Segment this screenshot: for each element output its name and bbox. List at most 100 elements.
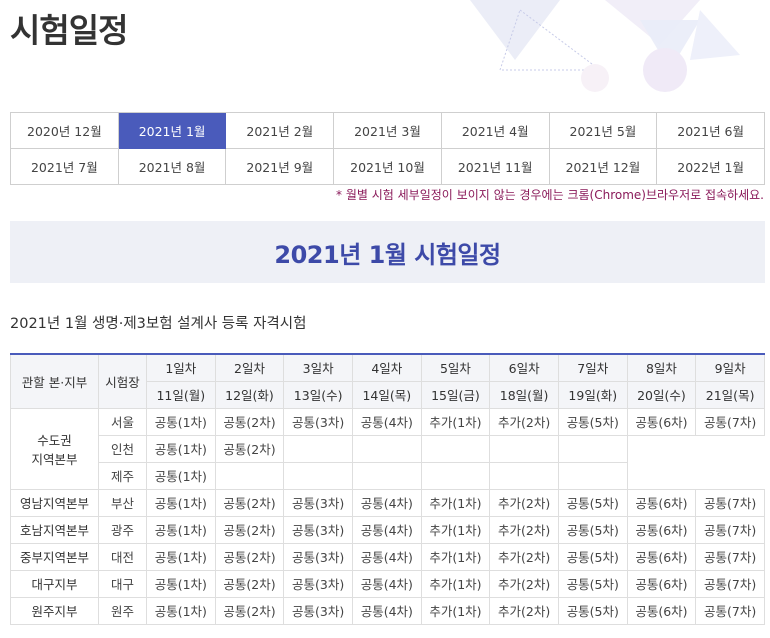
month-tab[interactable]: 2021년 5월: [549, 113, 658, 149]
site-cell: 대전: [98, 542, 147, 571]
empty-cell: [420, 461, 491, 490]
session-cell: 공통(1차): [146, 542, 216, 571]
banner-title: 2021년 1월 시험일정: [274, 240, 501, 269]
date-header: 13일(수): [283, 380, 353, 409]
session-cell: 추가(1차): [420, 569, 491, 598]
date-header: 11일(월): [146, 380, 216, 409]
empty-cell: [351, 461, 422, 490]
header-site: 시험장: [98, 353, 147, 409]
session-cell: 공통(5차): [557, 488, 628, 517]
session-cell: 추가(1차): [420, 542, 491, 571]
table-row: 대구지부 대구 공통(1차) 공통(2차) 공통(3차) 공통(4차) 추가(1차) 추가(2…: [10, 569, 765, 598]
session-cell: 공통(1차): [146, 434, 216, 463]
table-row: 제주 공통(1차): [11, 461, 765, 490]
session-cell: 공통(3차): [283, 569, 353, 598]
round-header: 9일차: [695, 353, 765, 382]
month-selector: 2020년 12월 2021년 1월 2021년 2월 2021년 3월 2021년 4…: [10, 112, 765, 185]
month-tab[interactable]: 2021년 4월: [441, 113, 550, 149]
session-cell: 공통(7차): [695, 488, 765, 517]
session-cell: 공통(4차): [351, 542, 422, 571]
month-tab[interactable]: 2021년 2월: [226, 113, 335, 149]
session-cell: 공통(2차): [214, 542, 285, 571]
session-cell: 공통(1차): [146, 488, 216, 517]
session-cell: 추가(1차): [420, 596, 491, 625]
session-cell: 추가(2차): [489, 488, 559, 517]
month-banner: 2021년 1월 시험일정: [10, 221, 765, 283]
date-header: 18일(월): [489, 380, 559, 409]
session-cell: 공통(1차): [146, 407, 216, 436]
date-header: 15일(금): [420, 380, 491, 409]
round-header: 8일차: [626, 353, 697, 382]
region-cell: 영남지역본부: [10, 488, 99, 517]
table-row: 중부지역본부 대전 공통(1차) 공통(2차) 공통(3차) 공통(4차) 추가(1차) 추가…: [10, 542, 765, 571]
date-header: 14일(목): [351, 380, 422, 409]
session-cell: 공통(4차): [351, 407, 422, 436]
site-cell: 부산: [98, 488, 147, 517]
session-cell: 공통(4차): [351, 515, 422, 544]
table-row: 호남지역본부 광주 공통(1차) 공통(2차) 공통(3차) 공통(4차) 추가(1차) 추가…: [10, 515, 765, 544]
empty-cell: [351, 434, 422, 463]
empty-cell: [557, 434, 628, 463]
month-tab[interactable]: 2021년 6월: [657, 113, 765, 149]
round-header: 2일차: [214, 353, 285, 382]
session-cell: 공통(7차): [695, 569, 765, 598]
session-cell: 추가(2차): [489, 407, 559, 436]
month-tab[interactable]: 2021년 7월: [11, 149, 119, 185]
table-row: 수도권 지역본부 서울 공통(1차) 공통(2차) 공통(3차) 공통(4차) 추가(1차)…: [10, 407, 765, 490]
session-cell: 공통(2차): [214, 596, 285, 625]
month-tab[interactable]: 2022년 1월: [657, 149, 765, 185]
session-cell: 공통(4차): [351, 569, 422, 598]
month-tab[interactable]: 2021년 8월: [118, 149, 227, 185]
month-tab[interactable]: 2021년 3월: [334, 113, 442, 149]
round-header: 1일차: [146, 353, 216, 382]
table-row: 원주지부 원주 공통(1차) 공통(2차) 공통(3차) 공통(4차) 추가(1차) 추가(2…: [10, 596, 765, 625]
session-cell: 공통(2차): [214, 434, 285, 463]
month-tab[interactable]: 2021년 9월: [226, 149, 335, 185]
hero-header: 시험일정: [0, 0, 770, 110]
region-cell: 수도권 지역본부: [10, 407, 99, 490]
session-cell: 공통(3차): [283, 488, 353, 517]
region-cell: 원주지부: [10, 596, 99, 625]
header-region: 관할 본·지부: [10, 353, 99, 409]
session-cell: 공통(4차): [351, 596, 422, 625]
round-header: 3일차: [283, 353, 353, 382]
session-cell: 공통(3차): [283, 407, 353, 436]
session-cell: 추가(2차): [489, 515, 559, 544]
month-tab[interactable]: 2021년 1월: [118, 113, 227, 149]
empty-cell: [489, 461, 559, 490]
round-header: 5일차: [420, 353, 491, 382]
session-cell: 추가(1차): [420, 488, 491, 517]
session-cell: 공통(5차): [557, 515, 628, 544]
schedule-table: 관할 본·지부 시험장 1일차 2일차 3일차 4일차 5일차 6일차 7일차 8일차 9일차 …: [10, 353, 765, 625]
date-header: 19일(화): [557, 380, 628, 409]
session-cell: 공통(2차): [214, 569, 285, 598]
month-tab[interactable]: 2021년 10월: [334, 149, 442, 185]
session-cell: 공통(6차): [626, 569, 697, 598]
exam-title: 2021년 1월 생명·제3보험 설계사 등록 자격시험: [10, 316, 307, 332]
session-cell: 공통(6차): [626, 596, 697, 625]
round-header: 4일차: [351, 353, 422, 382]
date-header: 12일(화): [214, 380, 285, 409]
session-cell: 공통(1차): [146, 569, 216, 598]
session-cell: 공통(2차): [214, 407, 285, 436]
site-cell: 서울: [98, 407, 147, 436]
session-cell: 공통(4차): [351, 488, 422, 517]
session-cell: 공통(5차): [557, 569, 628, 598]
region-cell: 중부지역본부: [10, 542, 99, 571]
session-cell: 공통(6차): [626, 407, 697, 436]
page-title: 시험일정: [10, 11, 128, 50]
session-cell: 공통(3차): [283, 542, 353, 571]
session-cell: 추가(1차): [420, 515, 491, 544]
month-tab[interactable]: 2020년 12월: [11, 113, 119, 149]
site-cell: 인천: [98, 434, 147, 463]
session-cell: 추가(1차): [420, 407, 491, 436]
session-cell: 공통(1차): [146, 461, 216, 490]
session-cell: 추가(2차): [489, 542, 559, 571]
round-header: 7일차: [557, 353, 628, 382]
month-tab[interactable]: 2021년 12월: [549, 149, 658, 185]
session-cell: 공통(5차): [557, 596, 628, 625]
empty-cell: [214, 461, 285, 490]
empty-cell: [283, 434, 353, 463]
session-cell: 공통(1차): [146, 596, 216, 625]
month-tab[interactable]: 2021년 11월: [441, 149, 550, 185]
